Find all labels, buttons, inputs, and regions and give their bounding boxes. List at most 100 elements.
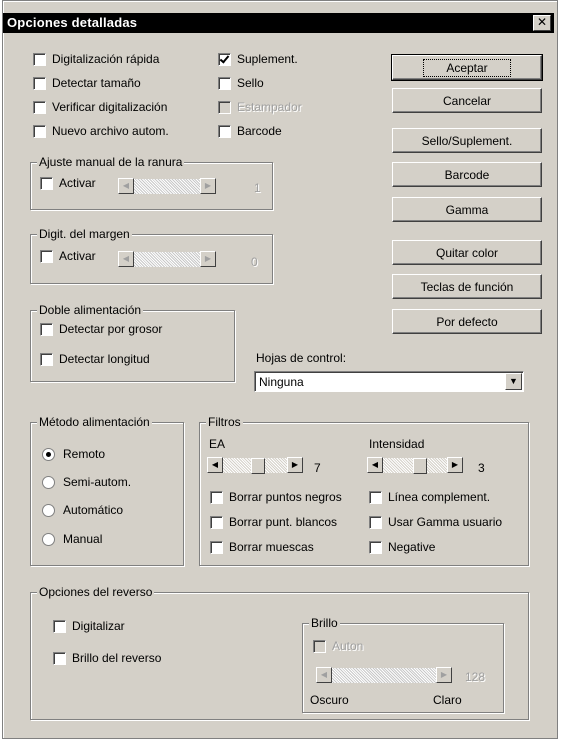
checkbox-label: Línea complement. <box>388 490 491 504</box>
function-keys-button[interactable]: Teclas de función <box>392 274 542 299</box>
slider-right-arrow-icon[interactable]: ▶ <box>436 667 452 683</box>
radio-label: Automático <box>63 503 124 517</box>
intensity-label: Intensidad <box>369 437 425 451</box>
slider-right-arrow-icon[interactable]: ▶ <box>200 251 216 267</box>
checkbox-label: Borrar punt. blancos <box>229 515 338 529</box>
checkbox-label: Detectar por grosor <box>59 322 163 336</box>
radio-label: Semi-autom. <box>63 475 132 489</box>
group-legend: Digit. del margen <box>37 227 132 241</box>
control-sheets-select[interactable]: Ninguna ▼ <box>254 371 524 392</box>
checkbox-box <box>369 515 382 529</box>
checkbox-label: Estampador <box>237 100 302 114</box>
reverse-scan-checkbox[interactable]: Digitalizar <box>53 619 125 633</box>
checkbox-label: Borrar puntos negros <box>229 490 342 504</box>
checkbox-box <box>40 322 53 336</box>
intensity-slider[interactable]: ◀ ▶ <box>367 457 463 474</box>
accept-label: Aceptar <box>423 59 511 77</box>
detect-length-checkbox[interactable]: Detectar longitud <box>40 352 150 366</box>
group-legend: Ajuste manual de la ranura <box>37 155 185 169</box>
slider-left-arrow-icon[interactable]: ◀ <box>118 251 134 267</box>
radio-label: Manual <box>63 532 103 546</box>
checkbox-box <box>218 124 231 138</box>
slider-thumb[interactable] <box>413 458 427 474</box>
checkbox-label: Suplement. <box>237 52 298 66</box>
checkbox-box <box>33 100 46 114</box>
slot-slider[interactable]: ◀ ▶ <box>118 178 216 194</box>
slot-activate-checkbox[interactable]: Activar <box>40 176 96 190</box>
checkbox-box <box>33 52 46 66</box>
radio-remote[interactable]: Remoto <box>42 447 105 461</box>
accept-button[interactable]: Aceptar <box>391 54 543 81</box>
margin-slider[interactable]: ◀ ▶ <box>118 251 216 267</box>
group-legend: Opciones del reverso <box>37 585 155 599</box>
checkbox-box <box>53 619 66 633</box>
ea-slider[interactable]: ◀ ▶ <box>207 457 303 474</box>
slider-left-arrow-icon[interactable]: ◀ <box>367 457 383 473</box>
radio-manual[interactable]: Manual <box>42 532 102 546</box>
checkbox-box <box>210 515 223 529</box>
brightness-auto-checkbox: Auton <box>313 639 363 653</box>
slot-value: 1 <box>254 181 261 195</box>
cancel-button[interactable]: Cancelar <box>392 88 542 113</box>
radio-semi-auto[interactable]: Semi-autom. <box>42 475 131 489</box>
checkbox-label: Sello <box>237 76 264 90</box>
slider-left-arrow-icon[interactable]: ◀ <box>118 178 134 194</box>
new-auto-file-checkbox[interactable]: Nuevo archivo autom. <box>33 124 169 138</box>
radio-automatic[interactable]: Automático <box>42 503 123 517</box>
checkbox-label: Auton <box>332 639 364 653</box>
group-legend: Brillo <box>309 616 340 630</box>
negative-checkbox[interactable]: Negative <box>369 540 435 554</box>
slider-thumb[interactable] <box>251 458 265 474</box>
barcode-checkbox[interactable]: Barcode <box>218 124 282 138</box>
slider-left-arrow-icon[interactable]: ◀ <box>316 667 332 683</box>
remove-notches-checkbox[interactable]: Borrar muescas <box>210 540 314 554</box>
stamp-supplement-button[interactable]: Sello/Suplement. <box>392 128 542 153</box>
default-button[interactable]: Por defecto <box>392 309 542 334</box>
checkbox-label: Detectar tamaño <box>52 76 141 90</box>
detect-size-checkbox[interactable]: Detectar tamaño <box>33 76 141 90</box>
slider-track <box>223 457 287 474</box>
margin-activate-checkbox[interactable]: Activar <box>40 249 96 263</box>
checkbox-label: Digitalización rápida <box>52 52 160 66</box>
slider-right-arrow-icon[interactable]: ▶ <box>200 178 216 194</box>
reverse-brightness-checkbox[interactable]: Brillo del reverso <box>53 651 161 665</box>
checkbox-box <box>33 124 46 138</box>
remove-color-button[interactable]: Quitar color <box>392 240 542 265</box>
checkbox-box <box>210 490 223 504</box>
user-gamma-checkbox[interactable]: Usar Gamma usuario <box>369 515 502 529</box>
checkbox-box <box>313 639 326 653</box>
dialog-title: Opciones detalladas <box>7 15 138 30</box>
chevron-down-icon[interactable]: ▼ <box>505 373 522 390</box>
slider-left-arrow-icon[interactable]: ◀ <box>207 457 223 473</box>
remove-white-dots-checkbox[interactable]: Borrar punt. blancos <box>210 515 337 529</box>
fast-scan-checkbox[interactable]: Digitalización rápida <box>33 52 159 66</box>
barcode-button[interactable]: Barcode <box>392 162 542 187</box>
verify-scan-checkbox[interactable]: Verificar digitalización <box>33 100 167 114</box>
checkbox-box <box>40 176 53 190</box>
radio-dot <box>42 447 55 461</box>
checkbox-label: Activar <box>59 176 96 190</box>
double-feed-group: Doble alimentación <box>30 303 235 382</box>
close-button[interactable]: ✕ <box>533 15 551 31</box>
checkbox-label: Activar <box>59 249 96 263</box>
slider-right-arrow-icon[interactable]: ▶ <box>287 457 303 473</box>
dark-label: Oscuro <box>310 693 349 707</box>
checkbox-box <box>218 100 231 114</box>
checkbox-label: Verificar digitalización <box>52 100 168 114</box>
checkbox-box <box>218 52 231 66</box>
imprinter-checkbox: Estampador <box>218 100 302 114</box>
ea-label: EA <box>209 437 226 451</box>
line-complement-checkbox[interactable]: Línea complement. <box>369 490 490 504</box>
detect-thickness-checkbox[interactable]: Detectar por grosor <box>40 322 162 336</box>
gamma-button[interactable]: Gamma <box>392 197 542 222</box>
checkbox-label: Digitalizar <box>72 619 125 633</box>
light-label: Claro <box>433 693 462 707</box>
intensity-value: 3 <box>478 461 485 475</box>
brightness-slider[interactable]: ◀ ▶ <box>316 667 452 683</box>
stamp-checkbox[interactable]: Sello <box>218 76 264 90</box>
slider-track <box>134 178 200 194</box>
slider-right-arrow-icon[interactable]: ▶ <box>447 457 463 473</box>
remove-black-dots-checkbox[interactable]: Borrar puntos negros <box>210 490 342 504</box>
radio-dot <box>42 475 55 489</box>
supplement-checkbox[interactable]: Suplement. <box>218 52 298 66</box>
